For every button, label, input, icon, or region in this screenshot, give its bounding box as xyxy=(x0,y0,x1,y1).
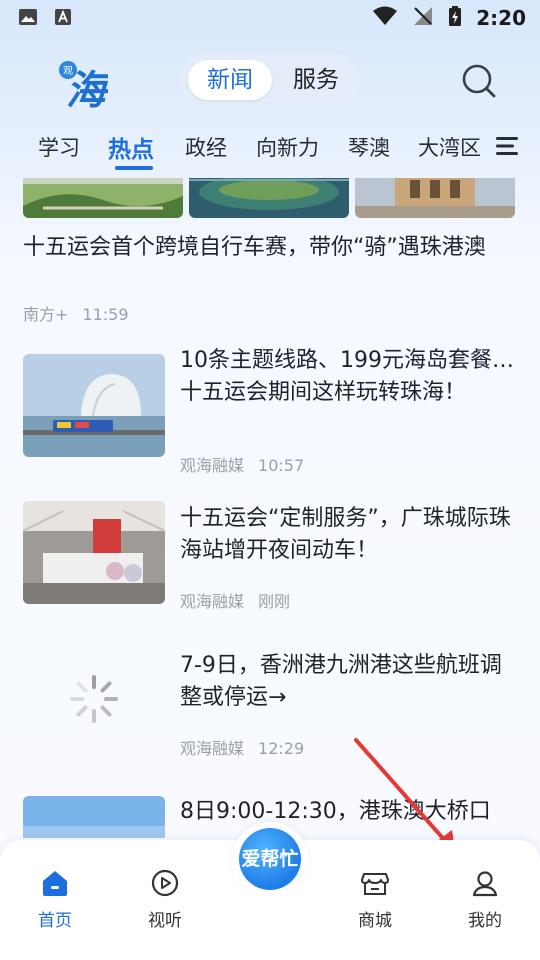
battery-charging-icon xyxy=(448,5,462,31)
wifi-icon xyxy=(372,6,398,30)
home-icon xyxy=(43,871,67,896)
svg-text:海: 海 xyxy=(66,67,108,110)
tab-greater-bay[interactable]: 大湾区 xyxy=(418,132,481,162)
tab-qinao[interactable]: 琴澳 xyxy=(348,132,390,162)
gallery-notification-icon xyxy=(18,8,38,30)
bottom-navigation: 首页 视听 爱帮忙 商城 我的 xyxy=(0,822,540,960)
news-title: 7-9日，香洲港九洲港这些航班调整或停运→ xyxy=(180,653,502,710)
app-header: 观 海 新闻 服务 xyxy=(0,46,540,116)
news-thumbnail xyxy=(23,648,165,751)
news-meta: 观海融媒 12:29 xyxy=(180,735,304,759)
nav-mine[interactable]: 我的 xyxy=(445,868,525,931)
news-thumbnail xyxy=(23,796,165,838)
nav-mall[interactable]: 商城 xyxy=(335,868,415,931)
news-source: 南方+ xyxy=(23,305,69,324)
tab-politics-economy[interactable]: 政经 xyxy=(185,132,227,162)
news-time: 10:57 xyxy=(258,456,305,475)
news-time: 12:29 xyxy=(258,739,305,758)
news-thumbnail xyxy=(23,354,165,457)
news-thumbnail xyxy=(23,501,165,604)
help-button-label: 爱帮忙 xyxy=(239,828,301,890)
news-meta: 观海融媒 10:57 xyxy=(180,452,304,476)
tab-new-power[interactable]: 向新力 xyxy=(256,132,319,162)
news-source: 观海融媒 xyxy=(180,456,245,475)
segment-news[interactable]: 新闻 xyxy=(188,60,272,100)
store-icon xyxy=(361,873,389,895)
nav-video[interactable]: 视听 xyxy=(125,868,205,931)
nav-home[interactable]: 首页 xyxy=(15,868,95,931)
tab-hot[interactable]: 热点 xyxy=(108,130,154,164)
active-tab-indicator xyxy=(115,166,153,170)
loading-spinner-icon xyxy=(70,675,118,723)
clock: 2:20 xyxy=(476,6,526,30)
news-meta: 南方+ 11:59 xyxy=(23,301,129,325)
play-icon xyxy=(151,869,179,897)
app-logo[interactable]: 观 海 xyxy=(56,54,112,114)
news-time: 刚刚 xyxy=(258,592,291,611)
tab-study[interactable]: 学习 xyxy=(38,132,80,162)
nav-mine-label: 我的 xyxy=(468,911,502,931)
news-source: 观海融媒 xyxy=(180,739,245,758)
news-source: 观海融媒 xyxy=(180,592,245,611)
news-title: 十五运会“定制服务”，广珠城际珠海站增开夜间动车！ xyxy=(180,506,511,563)
nav-home-label: 首页 xyxy=(38,911,72,931)
font-notification-icon xyxy=(54,8,72,30)
status-bar: 2:20 xyxy=(0,0,540,36)
news-thumbnail xyxy=(355,178,515,218)
news-time: 11:59 xyxy=(82,305,129,324)
news-service-switch: 新闻 服务 xyxy=(180,54,360,106)
news-title: 十五运会首个跨境自行车赛，带你“骑”遇珠港澳 xyxy=(23,235,486,260)
search-icon[interactable] xyxy=(460,62,498,100)
channel-menu-icon[interactable] xyxy=(496,136,518,156)
channel-tabs: 学习 热点 政经 向新力 琴澳 大湾区 xyxy=(0,126,540,174)
no-signal-icon xyxy=(412,5,434,31)
user-icon xyxy=(472,871,498,897)
nav-help-button[interactable]: 爱帮忙 xyxy=(231,822,309,900)
nav-mall-label: 商城 xyxy=(358,911,392,931)
news-thumbnail xyxy=(23,178,183,218)
segment-service[interactable]: 服务 xyxy=(276,60,356,100)
nav-video-label: 视听 xyxy=(148,911,182,931)
news-title: 10条主题线路、199元海岛套餐…十五运会期间这样玩转珠海！ xyxy=(180,348,514,405)
news-thumbnail xyxy=(189,178,349,218)
news-meta: 观海融媒 刚刚 xyxy=(180,588,290,612)
